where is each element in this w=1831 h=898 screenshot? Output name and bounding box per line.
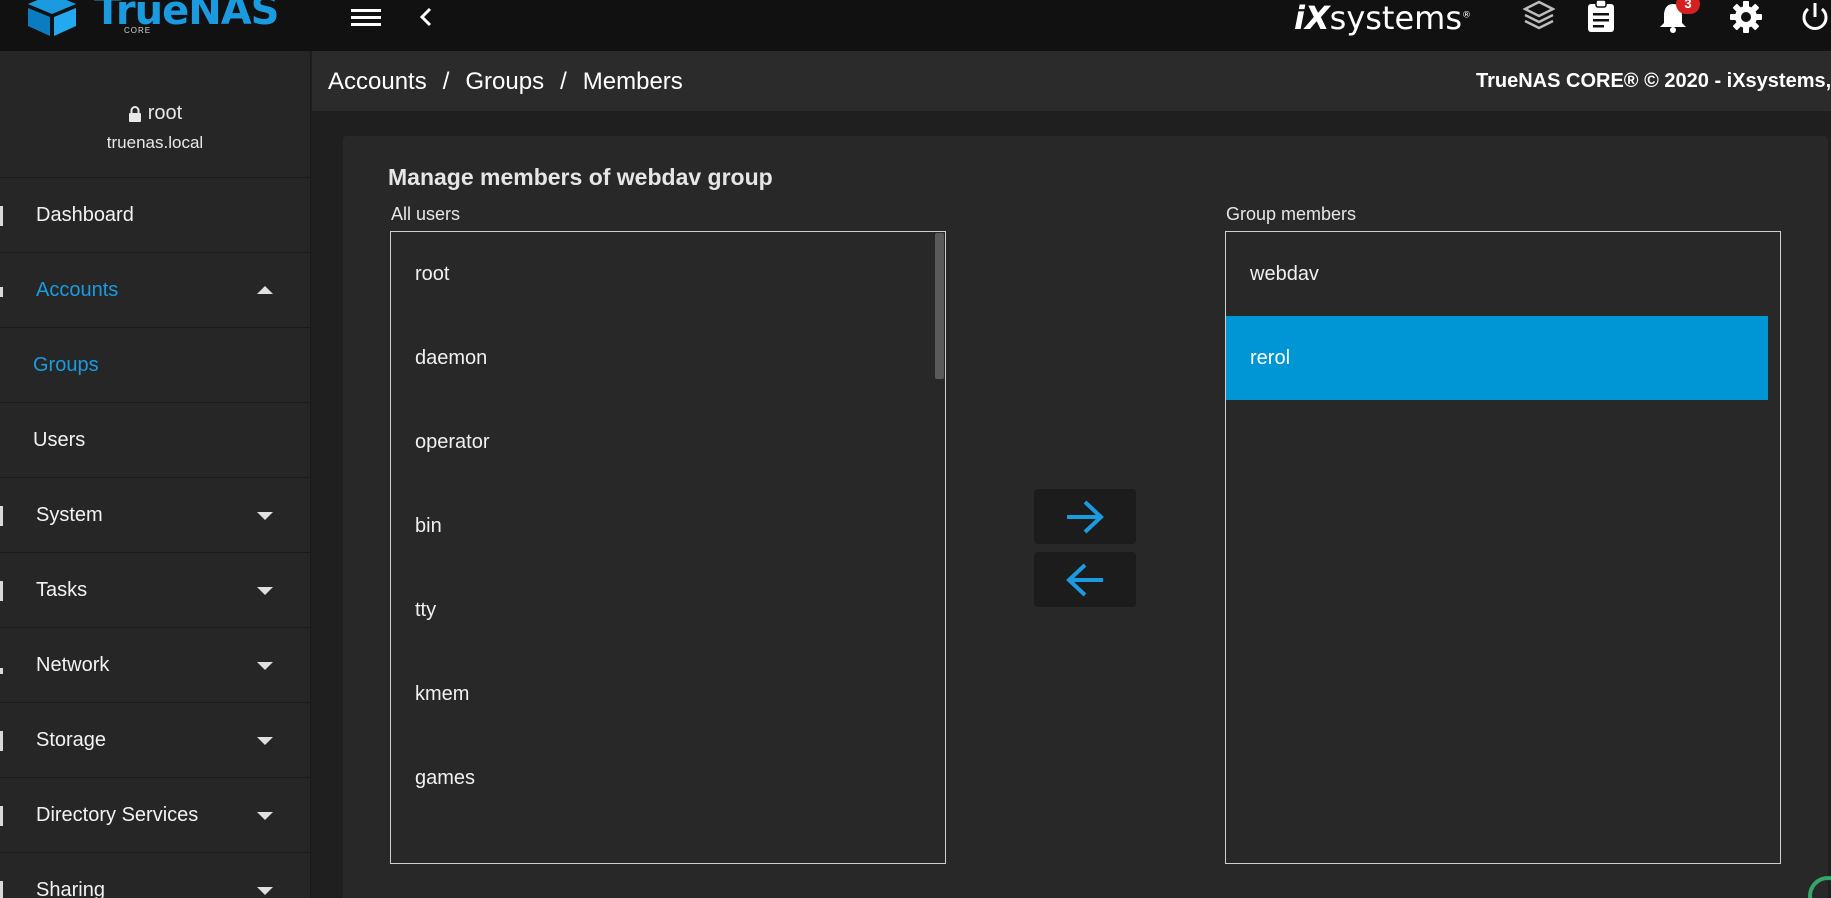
sidebar-item-groups[interactable]: Groups xyxy=(0,328,310,403)
task-manager-button[interactable] xyxy=(1584,0,1618,34)
sidebar-item-label: Network xyxy=(36,653,110,676)
all-users-list[interactable]: root daemon operator bin tty kmem games xyxy=(390,231,946,864)
ix-logo-text: systems xyxy=(1329,0,1462,37)
add-to-group-button[interactable] xyxy=(1034,489,1136,544)
chevron-down-icon xyxy=(257,737,273,745)
truenas-logo[interactable]: TrueNAS CORE xyxy=(24,0,279,44)
sidebar-item-users[interactable]: Users xyxy=(0,403,310,478)
breadcrumb-separator: / xyxy=(560,68,567,95)
sidebar-item-label: Tasks xyxy=(36,578,88,601)
settings-button[interactable] xyxy=(1728,0,1764,34)
list-item[interactable]: bin xyxy=(391,484,945,568)
accounts-icon xyxy=(0,287,3,297)
user-profile: root truenas.local xyxy=(0,51,310,178)
system-icon xyxy=(0,506,3,526)
sidebar-item-system[interactable]: System xyxy=(0,478,310,553)
chevron-down-icon xyxy=(257,512,273,520)
remove-from-group-button[interactable] xyxy=(1034,552,1136,607)
logo-subtext: CORE xyxy=(124,26,152,35)
sidebar-item-label: Accounts xyxy=(36,278,119,301)
truecommand-button[interactable] xyxy=(1522,0,1556,34)
ix-logo-mark: iX xyxy=(1294,0,1330,37)
list-item[interactable]: webdav xyxy=(1226,232,1780,316)
page-title: Manage members of webdav group xyxy=(388,164,773,190)
chevron-up-icon xyxy=(257,286,273,294)
sidebar-item-label: Storage xyxy=(36,728,107,751)
sharing-icon xyxy=(0,881,3,898)
power-button[interactable] xyxy=(1798,0,1831,34)
clipboard-icon xyxy=(1588,0,1614,32)
arrow-right-icon xyxy=(1067,500,1104,533)
sidebar-item-network[interactable]: Network xyxy=(0,628,310,703)
profile-hostname: truenas.local xyxy=(106,133,204,152)
ixsystems-logo[interactable]: iXsystems® xyxy=(1294,0,1471,40)
chevron-down-icon xyxy=(257,587,273,595)
logo-text: TrueNAS xyxy=(94,0,279,34)
chevron-left-icon xyxy=(419,7,432,27)
directory-services-icon xyxy=(0,806,3,826)
group-members-list[interactable]: webdav rerol xyxy=(1225,231,1781,864)
top-bar: TrueNAS CORE iXsystems® 3 xyxy=(0,0,1831,51)
list-item[interactable]: daemon xyxy=(391,316,945,400)
copyright-text: TrueNAS CORE® © 2020 - iXsystems, xyxy=(1476,70,1831,92)
sidebar-item-directory-services[interactable]: Directory Services xyxy=(0,778,310,853)
breadcrumb-separator: / xyxy=(442,68,450,95)
sidebar-item-label: Users xyxy=(33,428,86,451)
notification-badge: 3 xyxy=(1676,0,1700,14)
arrow-left-icon xyxy=(1066,563,1103,596)
breadcrumb: Accounts / Groups / Members xyxy=(328,68,683,96)
list-item-selected[interactable]: rerol xyxy=(1226,316,1768,400)
sidebar-item-sharing[interactable]: Sharing xyxy=(0,853,310,898)
sidebar-item-dashboard[interactable]: Dashboard xyxy=(0,178,310,253)
sidebar-item-label: Dashboard xyxy=(36,203,134,226)
power-icon xyxy=(1802,3,1827,30)
lock-icon xyxy=(128,105,141,122)
network-icon xyxy=(0,668,3,674)
breadcrumb-members: Members xyxy=(582,68,683,95)
members-card: Manage members of webdav group All users… xyxy=(343,136,1828,898)
breadcrumb-groups[interactable]: Groups xyxy=(465,68,544,96)
scrollbar[interactable] xyxy=(935,233,944,379)
group-members-label: Group members xyxy=(1226,204,1357,224)
breadcrumb-bar: Accounts / Groups / Members TrueNAS CORE… xyxy=(312,51,1831,111)
profile-username: root xyxy=(147,102,183,124)
list-item[interactable]: games xyxy=(391,736,945,820)
menu-toggle-button[interactable] xyxy=(348,0,384,34)
chevron-down-icon xyxy=(257,662,273,670)
all-users-label: All users xyxy=(391,204,461,224)
collapse-sidebar-button[interactable] xyxy=(415,0,437,34)
sidebar-item-label: Groups xyxy=(33,353,99,376)
tasks-icon xyxy=(0,581,3,601)
menu-icon xyxy=(351,9,381,26)
ix-logo-registered: ® xyxy=(1462,10,1471,21)
storage-icon xyxy=(0,731,3,751)
sidebar-item-label: System xyxy=(36,503,103,526)
list-item[interactable]: operator xyxy=(391,400,945,484)
list-item[interactable]: root xyxy=(391,232,945,316)
list-item[interactable]: kmem xyxy=(391,652,945,736)
dashboard-icon xyxy=(0,206,3,226)
chevron-down-icon xyxy=(257,887,273,895)
list-item[interactable]: tty xyxy=(391,568,945,652)
truecommand-icon xyxy=(1523,0,1555,30)
gear-icon xyxy=(1730,1,1762,33)
breadcrumb-accounts[interactable]: Accounts xyxy=(328,68,427,96)
truenas-logo-icon xyxy=(28,0,76,36)
sidebar: root truenas.local Dashboard Accounts Gr… xyxy=(0,51,311,898)
sidebar-item-tasks[interactable]: Tasks xyxy=(0,553,310,628)
chevron-down-icon xyxy=(257,812,273,820)
sidebar-item-accounts[interactable]: Accounts xyxy=(0,253,310,328)
sidebar-item-storage[interactable]: Storage xyxy=(0,703,310,778)
sidebar-item-label: Directory Services xyxy=(36,803,199,826)
sidebar-item-label: Sharing xyxy=(36,878,105,898)
